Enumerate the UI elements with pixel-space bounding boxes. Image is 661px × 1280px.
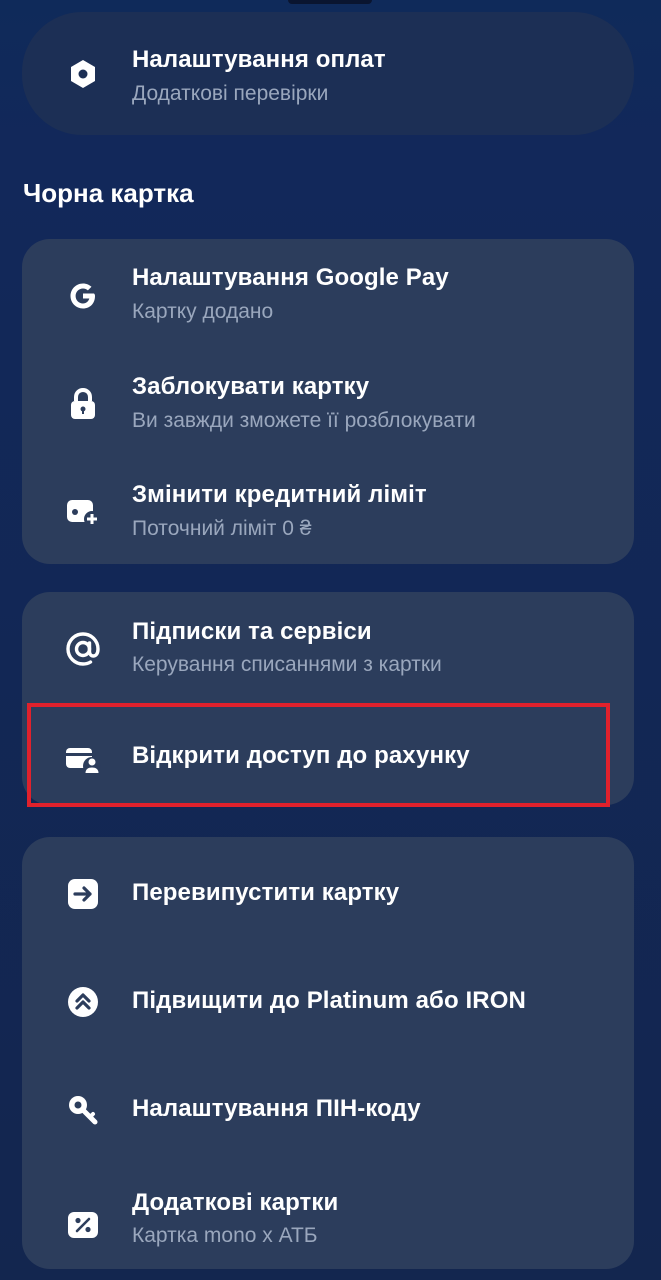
subscriptions-title: Підписки та сервіси: [132, 618, 372, 645]
additional-cards-subtitle: Картка mono x АТБ: [132, 1224, 318, 1247]
reissue-card-item[interactable]: Перевипустити картку: [22, 837, 634, 945]
key-icon: [64, 1091, 102, 1129]
change-credit-limit-item[interactable]: Змінити кредитний ліміт Поточний ліміт 0…: [22, 455, 634, 564]
additional-cards-item[interactable]: Додаткові картки Картка mono x АТБ: [22, 1161, 634, 1269]
credit-limit-subtitle: Поточний ліміт 0 ₴: [132, 517, 312, 540]
lock-icon: [64, 385, 102, 423]
block-card-item[interactable]: Заблокувати картку Ви завжди зможете її …: [22, 347, 634, 455]
chevrons-up-icon: [64, 983, 102, 1021]
camera-notch: [288, 0, 372, 4]
highlight-box: [27, 703, 610, 807]
credit-limit-title: Змінити кредитний ліміт: [132, 481, 427, 508]
card-plus-icon: [64, 493, 102, 531]
google-pay-title: Налаштування Google Pay: [132, 264, 449, 291]
payment-settings-subtitle: Додаткові перевірки: [132, 82, 329, 105]
section-title: Чорна картка: [23, 178, 194, 208]
pin-settings-item[interactable]: Налаштування ПІН-коду: [22, 1053, 634, 1161]
percent-icon: [64, 1206, 102, 1244]
upgrade-card-title: Підвищити до Platinum або IRON: [132, 987, 526, 1014]
block-card-title: Заблокувати картку: [132, 373, 370, 400]
subscriptions-subtitle: Керування списаннями з картки: [132, 653, 442, 676]
google-pay-subtitle: Картку додано: [132, 300, 274, 323]
card-actions-group: Налаштування Google Pay Картку додано За…: [22, 239, 634, 564]
subscriptions-item[interactable]: Підписки та сервіси Керування списаннями…: [22, 592, 634, 699]
google-pay-settings-item[interactable]: Налаштування Google Pay Картку додано: [22, 239, 634, 347]
upgrade-card-item[interactable]: Підвищити до Platinum або IRON: [22, 945, 634, 1053]
additional-cards-title: Додаткові картки: [132, 1189, 339, 1216]
shield-hexagon-icon: [64, 55, 102, 93]
pin-settings-title: Налаштування ПІН-коду: [132, 1095, 421, 1122]
card-management-group: Перевипустити картку Підвищити до Platin…: [22, 837, 634, 1269]
arrow-right-icon: [64, 875, 102, 913]
block-card-subtitle: Ви завжди зможете її розблокувати: [132, 409, 476, 432]
payment-settings-title: Налаштування оплат: [132, 46, 386, 73]
payment-settings-card[interactable]: Налаштування оплат Додаткові перевірки: [22, 12, 634, 135]
at-icon: [64, 630, 102, 668]
google-icon: [64, 277, 102, 315]
reissue-card-title: Перевипустити картку: [132, 879, 400, 906]
